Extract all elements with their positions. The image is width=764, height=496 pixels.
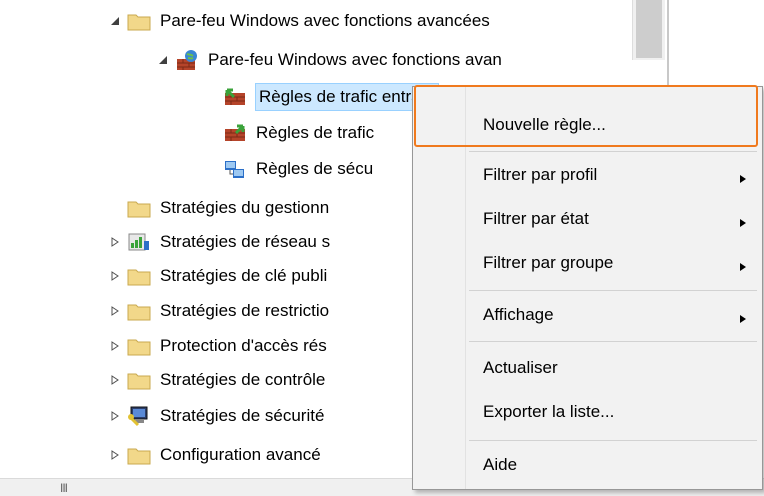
folder-icon bbox=[126, 265, 152, 287]
firewall-globe-icon bbox=[174, 49, 200, 71]
folder-icon bbox=[126, 369, 152, 391]
folder-icon bbox=[126, 335, 152, 357]
menu-item-label: Affichage bbox=[483, 305, 554, 324]
tree-item-network-manager-policies[interactable]: Stratégies du gestionn bbox=[108, 195, 329, 221]
tree-item-label: Pare-feu Windows avec fonctions avancées bbox=[160, 11, 490, 30]
tree-item-network-access-protection[interactable]: Protection d'accès rés bbox=[108, 333, 327, 359]
security-computer-icon bbox=[126, 405, 152, 427]
tree-item-label: Règles de trafic entrant bbox=[255, 83, 439, 111]
menu-item-label: Nouvelle règle... bbox=[483, 115, 606, 134]
context-menu: Nouvelle règle... Filtrer par profil Fil… bbox=[412, 86, 763, 490]
tree-item-control-policies[interactable]: Stratégies de contrôle bbox=[108, 367, 325, 393]
pane-divider[interactable] bbox=[667, 0, 669, 86]
tree-item-outbound-rules[interactable]: Règles de trafic bbox=[204, 120, 374, 146]
tree-item-network-policies[interactable]: Stratégies de réseau s bbox=[108, 229, 330, 255]
tree-item-label: Pare-feu Windows avec fonctions avan bbox=[208, 50, 502, 69]
outbound-rules-icon bbox=[222, 122, 248, 144]
collapsed-arrow-icon[interactable] bbox=[108, 339, 122, 353]
folder-icon bbox=[126, 300, 152, 322]
menu-item-label: Filtrer par état bbox=[483, 209, 589, 228]
menu-item-view[interactable]: Affichage bbox=[413, 295, 762, 335]
tree-item-label: Stratégies de clé publi bbox=[160, 266, 328, 285]
menu-item-filter-group[interactable]: Filtrer par groupe bbox=[413, 243, 762, 283]
security-rules-icon bbox=[222, 158, 248, 180]
collapsed-arrow-icon[interactable] bbox=[108, 269, 122, 283]
tree-item-label: Protection d'accès rés bbox=[160, 336, 327, 355]
scrollbar-thumb[interactable] bbox=[636, 0, 662, 58]
tree-item-inbound-rules[interactable]: Règles de trafic entrant bbox=[204, 83, 439, 111]
vertical-scrollbar[interactable] bbox=[632, 0, 665, 60]
menu-separator bbox=[469, 341, 757, 342]
menu-item-filter-profile[interactable]: Filtrer par profil bbox=[413, 155, 762, 195]
menu-item-label: Actualiser bbox=[483, 358, 558, 377]
menu-item-help[interactable]: Aide bbox=[413, 445, 762, 485]
menu-item-label: Aide bbox=[483, 455, 518, 474]
tree-item-label: Configuration avancé bbox=[160, 445, 321, 464]
collapsed-arrow-icon[interactable] bbox=[108, 235, 122, 249]
collapsed-arrow-icon[interactable] bbox=[108, 448, 122, 462]
tree-item-label: Stratégies de sécurité bbox=[160, 406, 325, 425]
menu-item-label: Filtrer par groupe bbox=[483, 253, 614, 272]
collapsed-arrow-icon[interactable] bbox=[108, 304, 122, 318]
tree-item-public-key-policies[interactable]: Stratégies de clé publi bbox=[108, 263, 327, 289]
menu-item-label: Filtrer par profil bbox=[483, 165, 598, 184]
tree-item-label: Stratégies de réseau s bbox=[160, 232, 331, 251]
menu-separator bbox=[469, 290, 757, 291]
tree-item-label: Stratégies du gestionn bbox=[160, 198, 330, 217]
folder-icon bbox=[126, 444, 152, 466]
inbound-rules-icon bbox=[222, 86, 248, 108]
network-chart-icon bbox=[126, 231, 152, 253]
tree-item-firewall-root[interactable]: Pare-feu Windows avec fonctions avancées bbox=[108, 8, 490, 34]
tree-item-advanced-configuration[interactable]: Configuration avancé bbox=[108, 442, 321, 468]
menu-item-export-list[interactable]: Exporter la liste... bbox=[413, 392, 762, 432]
tree-item-label: Stratégies de restrictio bbox=[160, 301, 330, 320]
tree-item-firewall-local[interactable]: Pare-feu Windows avec fonctions avan bbox=[156, 47, 502, 73]
menu-item-filter-state[interactable]: Filtrer par état bbox=[413, 199, 762, 239]
menu-item-label: Exporter la liste... bbox=[483, 402, 615, 421]
folder-icon bbox=[126, 10, 152, 32]
tree-item-label: Règles de trafic bbox=[256, 123, 375, 142]
menu-item-new-rule[interactable]: Nouvelle règle... bbox=[413, 105, 762, 145]
submenu-arrow-icon bbox=[739, 169, 747, 189]
tree-item-label: Règles de sécu bbox=[256, 159, 374, 178]
menu-separator bbox=[469, 151, 757, 152]
tree-item-security-policies[interactable]: Stratégies de sécurité bbox=[108, 403, 324, 429]
submenu-arrow-icon bbox=[739, 257, 747, 277]
folder-icon bbox=[126, 197, 152, 219]
submenu-arrow-icon bbox=[739, 213, 747, 233]
tree-item-restriction-policies[interactable]: Stratégies de restrictio bbox=[108, 298, 329, 324]
scrollbar-grip[interactable]: III bbox=[60, 481, 68, 495]
collapsed-arrow-icon[interactable] bbox=[108, 409, 122, 423]
menu-separator bbox=[469, 440, 757, 441]
menu-item-refresh[interactable]: Actualiser bbox=[413, 348, 762, 388]
expanded-arrow-icon[interactable] bbox=[156, 53, 170, 67]
tree-item-security-rules[interactable]: Règles de sécu bbox=[204, 156, 373, 182]
submenu-arrow-icon bbox=[739, 309, 747, 329]
expanded-arrow-icon[interactable] bbox=[108, 14, 122, 28]
tree-item-label: Stratégies de contrôle bbox=[160, 370, 326, 389]
collapsed-arrow-icon[interactable] bbox=[108, 373, 122, 387]
